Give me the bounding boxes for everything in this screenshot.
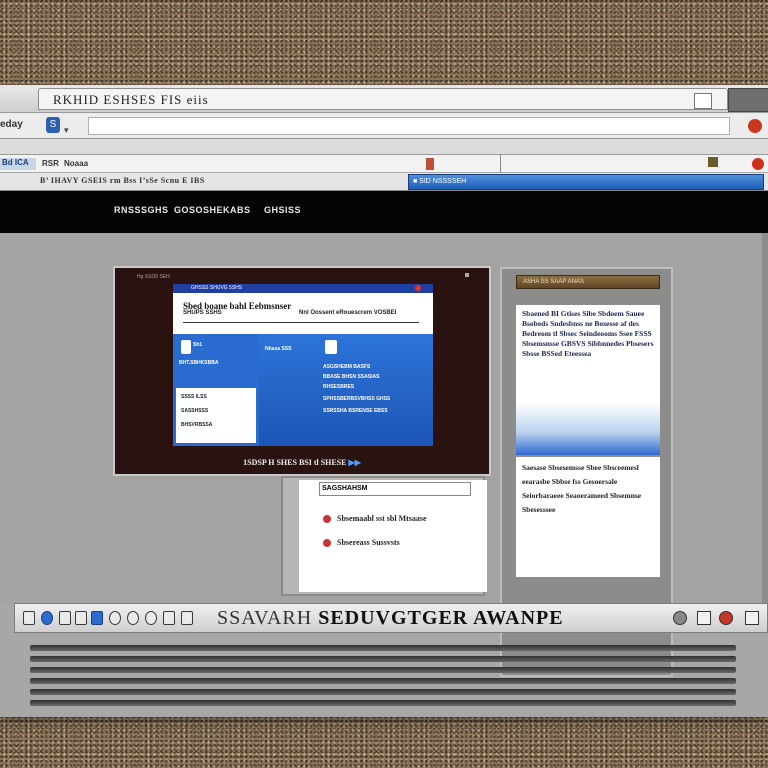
embedded-text: BHSVRBSSA bbox=[181, 422, 213, 428]
bookmark-item[interactable]: RSR bbox=[42, 159, 59, 168]
side-panel-section: Saesase Sbsesemsse Sbee Sbsceemesl eeara… bbox=[516, 457, 660, 577]
active-tab[interactable]: ■ SID NSSSSEH bbox=[408, 174, 764, 190]
tab-label[interactable]: B’ IHAVY GSEIS rm Bss I’sSe Scnu E IBS bbox=[40, 176, 205, 185]
app-icon[interactable] bbox=[23, 611, 35, 625]
app-icon[interactable] bbox=[145, 611, 157, 625]
notification-icon[interactable] bbox=[752, 158, 764, 170]
app-icon[interactable] bbox=[109, 611, 121, 625]
alert-icon[interactable] bbox=[719, 611, 733, 625]
chevron-down-icon[interactable]: ▾ bbox=[64, 125, 69, 136]
bookmark-icon[interactable] bbox=[426, 158, 434, 170]
nav-label: eday bbox=[0, 119, 23, 130]
grille-slot bbox=[30, 667, 736, 673]
browser-nav-bar: eday S ▾ bbox=[0, 113, 768, 139]
tab-bar: B’ IHAVY GSEIS rm Bss I’sSe Scnu E IBS ■… bbox=[0, 173, 768, 191]
app-icon[interactable] bbox=[41, 611, 53, 625]
embedded-text: SSRSSHA BSRENSE EBSS bbox=[323, 408, 388, 414]
scroll-track[interactable] bbox=[762, 233, 768, 603]
active-tab-label: ■ SID NSSSSEH bbox=[413, 178, 467, 185]
card-item-label: Sbsereass Sussvsts bbox=[337, 538, 400, 547]
embedded-page: GHSSS SHUVG 5SHS Sbed boane bahl Eebmsns… bbox=[173, 284, 433, 446]
embedded-subtitle: SHUPS SSHS bbox=[183, 310, 222, 316]
side-panel-header: ASHA SS SAAP ANAS bbox=[516, 275, 660, 289]
video-caption-text: 1SDSP H SHES BSI tl SHESE bbox=[243, 458, 347, 467]
side-panel-text: Saesase Sbsesemsse Sbee Sbsceemesl eeara… bbox=[522, 463, 642, 514]
browser-logo-icon[interactable]: S bbox=[46, 117, 60, 133]
grille-slot bbox=[30, 700, 736, 706]
document-icon bbox=[181, 340, 191, 354]
card-body: SAGSHAHSM Sbsemaabl sst sbl Mtsaase Sbse… bbox=[299, 480, 487, 592]
video-player[interactable]: Hg SSO0 SEH GHSSS SHUVG 5SHS Sbed boane … bbox=[113, 266, 491, 476]
site-navbar: RNSSSGHS GOSOSHEK ABS GHSISS bbox=[0, 191, 768, 233]
card-list-item[interactable]: Sbsemaabl sst sbl Mtsaase bbox=[323, 514, 427, 524]
nav-link[interactable]: ABS bbox=[230, 205, 251, 215]
bookmark-item[interactable]: Bd ICA bbox=[0, 158, 36, 170]
card-item-label: Sbsemaabl sst sbl Mtsaase bbox=[337, 514, 427, 523]
video-caption: 1SDSP H SHES BSI tl SHESE ▶▶ bbox=[115, 458, 489, 467]
taskbar-title-light: SSAVARH bbox=[217, 607, 319, 629]
divider bbox=[500, 155, 501, 173]
side-panel-section: Sbaened BI Gtises Sibe Sbdoem Sauee Bsob… bbox=[516, 305, 660, 455]
record-icon[interactable] bbox=[748, 119, 762, 133]
taskbar-title-bold: SEDUVGTGER AWANPE bbox=[318, 607, 564, 629]
app-icon[interactable] bbox=[59, 611, 71, 625]
document-icon bbox=[325, 340, 337, 354]
embedded-text: SSSS ILSS bbox=[181, 394, 207, 400]
monitor: RKHID ESHSES FIS eiis eday S ▾ Bd ICA RS… bbox=[0, 85, 768, 717]
nav-link[interactable]: RNSSSGHS bbox=[114, 205, 169, 215]
embedded-text: SPHSSBERBSVBHSS GHSS bbox=[323, 396, 391, 402]
bookmark-item[interactable]: Noaaa bbox=[64, 159, 88, 168]
app-icon[interactable] bbox=[163, 611, 175, 625]
toolbar-spacer bbox=[0, 139, 768, 155]
bookmarks-bar: Bd ICA RSR Noaaa bbox=[0, 155, 768, 173]
globe-icon[interactable] bbox=[673, 611, 687, 625]
embedded-text: BBASE BHSN SSASIAS bbox=[323, 374, 380, 380]
nav-link[interactable]: GOSOSHEK bbox=[174, 205, 230, 215]
bullet-icon bbox=[323, 539, 331, 548]
browser-title[interactable]: RKHID ESHSES FIS eiis bbox=[38, 88, 728, 110]
divider bbox=[183, 322, 419, 323]
grille-slot bbox=[30, 678, 736, 684]
embedded-header-label: GHSSS SHUVG 5SHS bbox=[191, 285, 243, 291]
app-icon[interactable] bbox=[127, 611, 139, 625]
embedded-text: Sh1 bbox=[193, 342, 203, 348]
card-header: SAGSHAHSM bbox=[319, 482, 471, 496]
embedded-text: BHT.SBHKSBBA bbox=[179, 360, 219, 366]
nav-link[interactable]: GHSISS bbox=[264, 205, 301, 215]
close-button[interactable] bbox=[728, 88, 768, 112]
extension-icon[interactable] bbox=[708, 157, 718, 167]
embedded-text: ASGSHEBM BASFS bbox=[323, 364, 371, 370]
embedded-text: SASSHSSS bbox=[181, 408, 209, 414]
app-icon[interactable] bbox=[75, 611, 87, 625]
desktop-icon[interactable] bbox=[745, 611, 759, 625]
grille-slot bbox=[30, 656, 736, 662]
play-icon[interactable]: ▶▶ bbox=[349, 458, 361, 467]
taskbar: SSAVARH SEDUVGTGER AWANPE bbox=[14, 603, 768, 633]
side-panel-text: Sbaened BI Gtises Sibe Sbdoem Sauee Bsob… bbox=[522, 309, 654, 358]
grille-slot bbox=[30, 645, 736, 651]
app-icon[interactable] bbox=[91, 611, 103, 625]
taskbar-title: SSAVARH SEDUVGTGER AWANPE bbox=[217, 607, 564, 630]
window-icon[interactable] bbox=[697, 611, 711, 625]
restore-button[interactable] bbox=[694, 93, 712, 109]
close-icon[interactable] bbox=[415, 285, 421, 291]
video-menu-icon[interactable] bbox=[465, 273, 469, 277]
bullet-icon bbox=[323, 515, 331, 524]
card-panel: SAGSHAHSM Sbsemaabl sst sbl Mtsaase Sbse… bbox=[281, 476, 487, 596]
speaker-grille bbox=[30, 645, 736, 711]
address-bar[interactable] bbox=[88, 117, 730, 135]
embedded-subtitle: Nnl Oossent eRouescrem VOSBEI bbox=[299, 310, 397, 316]
grille-slot bbox=[30, 689, 736, 695]
embedded-header: GHSSS SHUVG 5SHS bbox=[173, 284, 433, 293]
card-list-item[interactable]: Sbsereass Sussvsts bbox=[323, 538, 400, 548]
video-header-text: Hg SSO0 SEH bbox=[137, 274, 170, 280]
embedded-title: Sbed boane bahl Eebmsnser bbox=[183, 301, 292, 311]
embedded-text: RHSESBRES bbox=[323, 384, 355, 390]
embedded-text: Nbasa SSS bbox=[265, 346, 292, 352]
browser-title-bar: RKHID ESHSES FIS eiis bbox=[0, 85, 768, 113]
app-icon[interactable] bbox=[181, 611, 193, 625]
